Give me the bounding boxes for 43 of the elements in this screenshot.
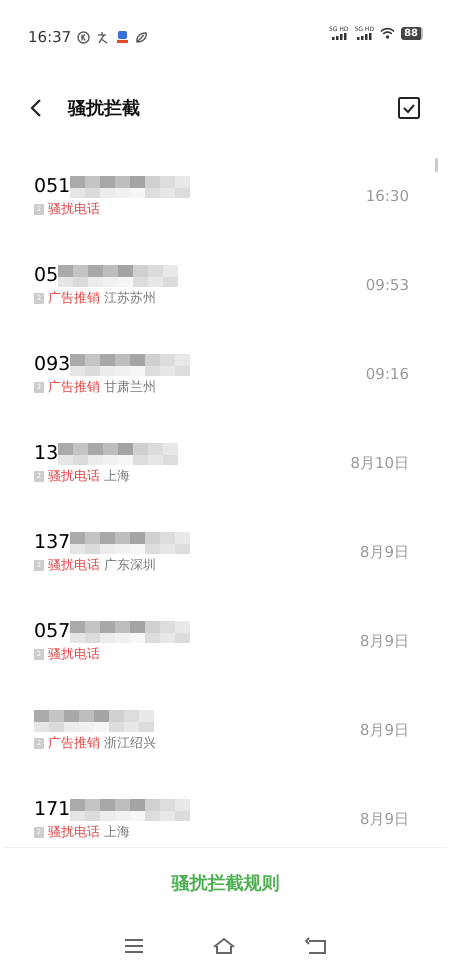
scrollbar xyxy=(435,158,438,172)
call-tag: 广告推销 xyxy=(48,734,100,754)
phone-number: 057 xyxy=(34,619,70,644)
k-circle-icon xyxy=(77,30,90,44)
call-location: 上海 xyxy=(104,468,130,486)
call-tag: 骚扰电话 xyxy=(48,466,100,486)
home-icon[interactable] xyxy=(212,936,236,954)
call-tag: 骚扰电话 xyxy=(48,822,100,842)
select-all-button[interactable] xyxy=(397,96,421,120)
call-tag: 骚扰电话 xyxy=(48,644,100,664)
call-time: 8月9日 xyxy=(360,720,409,742)
page-title: 骚扰拦截 xyxy=(68,96,140,120)
call-tag: 广告推销 xyxy=(48,378,100,398)
call-time: 09:16 xyxy=(366,364,409,386)
call-location: 江苏苏州 xyxy=(104,290,156,308)
call-location: 浙江绍兴 xyxy=(104,734,156,753)
call-time: 8月9日 xyxy=(360,542,409,564)
call-time: 8月10日 xyxy=(350,453,409,474)
wifi-icon xyxy=(380,27,396,39)
phone-number: 171 xyxy=(34,797,70,822)
call-tag: 广告推销 xyxy=(48,288,100,308)
phone-number: 093 xyxy=(34,352,70,378)
call-time: 8月9日 xyxy=(360,631,409,652)
call-tag: 骚扰电话 xyxy=(48,556,100,576)
menu-icon[interactable] xyxy=(124,938,144,954)
call-location: 上海 xyxy=(104,824,130,842)
battery-indicator: 88 xyxy=(401,26,423,40)
phone-number: 05 xyxy=(34,263,58,288)
call-time: 09:53 xyxy=(366,275,409,296)
signal-icon xyxy=(330,33,347,40)
call-tag: 骚扰电话 xyxy=(48,200,100,220)
phone-number: 13 xyxy=(34,441,58,466)
call-location: 甘肃兰州 xyxy=(104,378,156,397)
back-nav-icon[interactable] xyxy=(304,936,327,954)
leaf-icon xyxy=(135,30,148,44)
bank-app-icon xyxy=(116,30,130,44)
phone-number: 137 xyxy=(34,530,70,556)
call-time: 16:30 xyxy=(366,186,409,208)
phone-number: 051 xyxy=(34,174,70,200)
clock: 16:37 xyxy=(28,27,72,48)
call-time: 8月9日 xyxy=(360,809,409,830)
call-location: 广东深圳 xyxy=(104,556,156,575)
signal-icon xyxy=(356,33,372,40)
